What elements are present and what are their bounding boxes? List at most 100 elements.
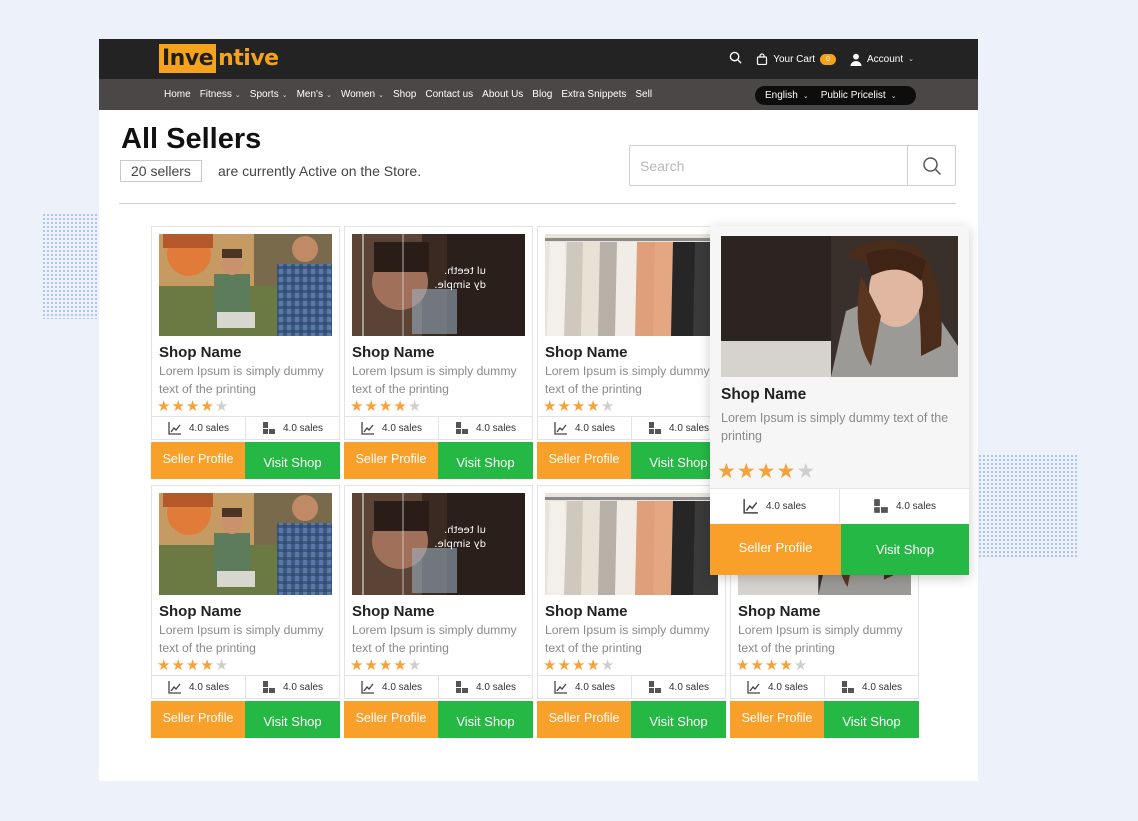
- nav-item[interactable]: Contact us: [425, 89, 473, 100]
- shop-image[interactable]: [159, 493, 332, 595]
- search-icon[interactable]: [729, 51, 742, 67]
- search-button[interactable]: [907, 146, 955, 185]
- pricelist-selector[interactable]: Public Pricelist ⌄: [821, 90, 897, 101]
- sales-value: 4.0 sales: [381, 422, 423, 434]
- star-icon: ★: [214, 398, 229, 415]
- star-icon: ★: [157, 398, 171, 415]
- search-input[interactable]: [630, 146, 907, 185]
- visit-shop-button[interactable]: Visit Shop: [438, 442, 533, 479]
- account-label: Account: [866, 53, 904, 65]
- star-icon: ★: [571, 657, 586, 674]
- nav-item-label: Shop: [392, 89, 417, 100]
- brand-logo[interactable]: Inve ntive: [159, 44, 281, 73]
- star-icon: ★: [557, 398, 571, 415]
- visit-shop-button[interactable]: Visit Shop: [841, 524, 969, 575]
- shop-name[interactable]: Shop Name: [159, 344, 242, 361]
- shop-image[interactable]: [545, 234, 718, 336]
- seller-profile-button[interactable]: Seller Profile: [730, 701, 824, 738]
- star-icon: ★: [350, 657, 364, 674]
- star-icon: ★: [557, 657, 571, 674]
- seller-card[interactable]: Shop Name Lorem Ipsum is simply dummy te…: [537, 485, 726, 699]
- line-chart-icon: [747, 681, 760, 694]
- shop-name[interactable]: Shop Name: [352, 344, 435, 361]
- sales-stat-trend: 4.0 sales: [345, 676, 438, 698]
- seller-card[interactable]: Shop Name Lorem Ipsum is simply dummy te…: [537, 226, 726, 440]
- sales-value: 4.0 sales: [767, 681, 809, 693]
- sales-stats: 4.0 sales 4.0 sales: [731, 675, 918, 698]
- sales-value: 4.0 sales: [381, 681, 423, 693]
- sales-stat-store: 4.0 sales: [839, 489, 969, 523]
- men-laptop-photo: [159, 234, 332, 336]
- visit-shop-button[interactable]: Visit Shop: [631, 701, 726, 738]
- nav-item[interactable]: Women ⌄: [341, 89, 384, 100]
- nav-item[interactable]: Men's ⌄: [297, 89, 332, 100]
- nav-item[interactable]: Sports ⌄: [250, 89, 288, 100]
- shop-name[interactable]: Shop Name: [545, 344, 628, 361]
- star-icon: ★: [407, 398, 422, 415]
- seller-profile-button[interactable]: Seller Profile: [151, 442, 245, 479]
- shop-description: Lorem Ipsum is simply dummy text of the …: [721, 411, 949, 443]
- shop-name[interactable]: Shop Name: [159, 603, 242, 620]
- seller-profile-button[interactable]: Seller Profile: [537, 701, 631, 738]
- visit-shop-button[interactable]: Visit Shop: [438, 701, 533, 738]
- seller-card[interactable]: ul teeth. dy simple. Shop Name Lorem Ips…: [344, 226, 533, 440]
- shop-name[interactable]: Shop Name: [721, 386, 806, 404]
- nav-item[interactable]: Fitness ⌄: [200, 89, 241, 100]
- shop-image[interactable]: [721, 236, 958, 377]
- nav-item-label: Home: [164, 89, 191, 100]
- sales-stats: 4.0 sales 4.0 sales: [345, 416, 532, 439]
- nav-item[interactable]: Extra Snippets: [561, 89, 626, 100]
- shop-image[interactable]: [545, 493, 718, 595]
- blocks-icon: [841, 681, 854, 693]
- visit-shop-button[interactable]: Visit Shop: [245, 442, 340, 479]
- svg-text:dy simple.: dy simple.: [434, 280, 486, 291]
- shop-name[interactable]: Shop Name: [352, 603, 435, 620]
- shop-image[interactable]: ul teeth. dy simple.: [352, 493, 525, 595]
- seller-profile-button[interactable]: Seller Profile: [151, 701, 245, 738]
- user-icon: [850, 53, 862, 66]
- store-window: Inve ntive Your Cart 0 Account ⌄ Home Fit…: [99, 39, 978, 781]
- nav-menu: Home Fitness ⌄ Sports ⌄ Men's ⌄ Women ⌄ Shop Conta…: [164, 79, 652, 110]
- star-rating: ★ ★ ★ ★ ★: [543, 656, 614, 674]
- visit-shop-button[interactable]: Visit Shop: [245, 701, 340, 738]
- seller-profile-button[interactable]: Seller Profile: [710, 524, 841, 575]
- star-icon: ★: [200, 398, 214, 415]
- star-icon: ★: [185, 657, 200, 674]
- sales-value: 4.0 sales: [668, 681, 710, 693]
- shop-image[interactable]: ul teeth. dy simple.: [352, 234, 525, 336]
- seller-profile-button[interactable]: Seller Profile: [537, 442, 631, 479]
- dot-pattern-left: [42, 213, 98, 319]
- seller-card[interactable]: Shop Name Lorem Ipsum is simply dummy te…: [151, 485, 340, 699]
- sales-value: 4.0 sales: [574, 422, 616, 434]
- card-actions: Seller Profile Visit Shop: [537, 442, 726, 479]
- seller-profile-button[interactable]: Seller Profile: [344, 442, 438, 479]
- language-selector[interactable]: English ⌄: [765, 90, 809, 101]
- nav-item[interactable]: Home: [164, 89, 191, 100]
- nav-item[interactable]: Blog: [532, 89, 552, 100]
- sales-value: 4.0 sales: [861, 681, 903, 693]
- account-menu[interactable]: Account ⌄: [850, 53, 914, 66]
- card-actions: Seller Profile Visit Shop: [151, 442, 340, 479]
- nav-item[interactable]: Sell: [635, 89, 652, 100]
- logo-part-2: ntive: [218, 46, 279, 71]
- star-icon: ★: [779, 657, 793, 674]
- blocks-icon: [455, 681, 468, 693]
- shop-name[interactable]: Shop Name: [738, 603, 821, 620]
- card-actions: Seller Profile Visit Shop: [710, 524, 969, 575]
- line-chart-icon: [168, 681, 181, 694]
- seller-card[interactable]: ul teeth. dy simple. Shop Name Lorem Ips…: [344, 485, 533, 699]
- shop-description: Lorem Ipsum is simply dummy text of the …: [352, 364, 517, 396]
- nav-item[interactable]: Shop: [393, 89, 416, 100]
- visit-shop-button[interactable]: Visit Shop: [824, 701, 919, 738]
- active-sellers-text: are currently Active on the Store.: [218, 163, 422, 179]
- star-icon: ★: [364, 657, 378, 674]
- seller-profile-button[interactable]: Seller Profile: [344, 701, 438, 738]
- shop-description: Lorem Ipsum is simply dummy text of the …: [352, 623, 517, 655]
- seller-card[interactable]: Shop Name Lorem Ipsum is simply dummy te…: [151, 226, 340, 440]
- nav-item-label: Contact us: [425, 89, 474, 100]
- cart-button[interactable]: Your Cart 0: [756, 53, 836, 65]
- shop-image[interactable]: [159, 234, 332, 336]
- nav-item[interactable]: About Us: [482, 89, 523, 100]
- shop-name[interactable]: Shop Name: [545, 603, 628, 620]
- featured-seller-card[interactable]: Shop Name Lorem Ipsum is simply dummy te…: [710, 226, 969, 575]
